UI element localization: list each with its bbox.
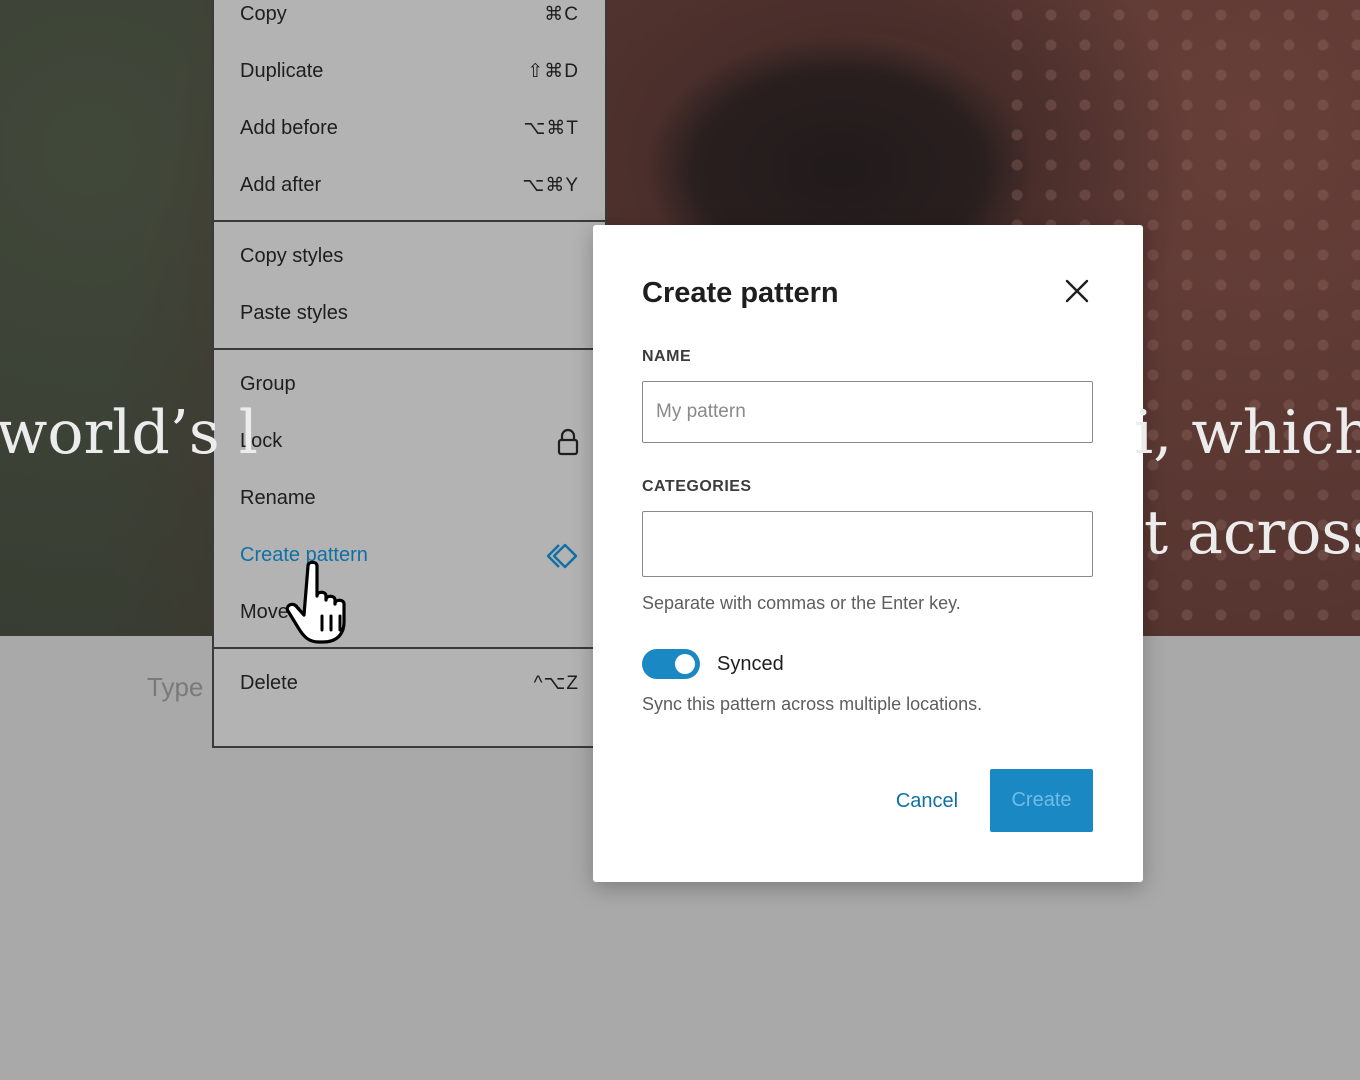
menu-item-add-before[interactable]: Add before ⌥⌘T (214, 100, 605, 157)
menu-group-block: Group Lock Rename Create pattern Move t (214, 350, 605, 649)
cancel-button[interactable]: Cancel (881, 770, 973, 832)
menu-item-move-to[interactable]: Move t (214, 584, 605, 641)
synced-toggle[interactable] (642, 649, 700, 679)
modal-title: Create pattern (642, 277, 839, 309)
menu-item-rename[interactable]: Rename (214, 470, 605, 527)
menu-item-create-pattern[interactable]: Create pattern (214, 527, 605, 584)
hero-text-right-2: t across. (1144, 498, 1360, 568)
pattern-icon (545, 542, 579, 570)
pattern-name-input[interactable] (642, 381, 1093, 443)
menu-item-label: Rename (240, 487, 316, 509)
block-placeholder[interactable]: Type (147, 672, 203, 703)
menu-item-shortcut: ⌥⌘Y (522, 175, 579, 196)
name-label: NAME (642, 348, 692, 365)
menu-item-label: Add before (240, 117, 338, 139)
menu-item-label: Delete (240, 672, 298, 694)
menu-item-label: Group (240, 373, 296, 395)
synced-label: Synced (717, 653, 784, 675)
lock-icon (557, 428, 579, 456)
hero-text-right-1: i, which (1134, 398, 1360, 468)
menu-item-label: Add after (240, 174, 322, 196)
menu-group-delete: Delete ^⌥Z (214, 649, 605, 718)
categories-help-text: Separate with commas or the Enter key. (642, 593, 961, 613)
close-button[interactable] (1059, 275, 1095, 311)
menu-item-copy-styles[interactable]: Copy styles (214, 228, 605, 285)
menu-item-add-after[interactable]: Add after ⌥⌘Y (214, 157, 605, 214)
menu-item-group[interactable]: Group (214, 356, 605, 413)
menu-item-copy[interactable]: Copy ⌘C (214, 0, 605, 43)
menu-group-clipboard: Copy ⌘C Duplicate ⇧⌘D Add before ⌥⌘T Add… (214, 0, 605, 222)
toggle-knob (675, 654, 695, 674)
menu-item-label: Copy styles (240, 245, 344, 267)
menu-item-duplicate[interactable]: Duplicate ⇧⌘D (214, 43, 605, 100)
menu-item-shortcut: ⇧⌘D (527, 61, 579, 82)
create-button[interactable]: Create (990, 769, 1093, 832)
menu-item-delete[interactable]: Delete ^⌥Z (214, 655, 605, 712)
categories-label: CATEGORIES (642, 478, 752, 495)
menu-item-paste-styles[interactable]: Paste styles (214, 285, 605, 342)
block-options-menu: Copy ⌘C Duplicate ⇧⌘D Add before ⌥⌘T Add… (212, 0, 607, 748)
menu-item-shortcut: ^⌥Z (533, 673, 579, 694)
menu-item-label: Copy (240, 3, 287, 25)
close-icon (1064, 278, 1090, 309)
categories-input[interactable] (642, 511, 1093, 577)
menu-item-lock[interactable]: Lock (214, 413, 605, 470)
synced-help-text: Sync this pattern across multiple locati… (642, 694, 983, 714)
create-pattern-modal: Create pattern NAME CATEGORIES Separate … (593, 225, 1143, 882)
menu-item-shortcut: ⌥⌘T (523, 118, 579, 139)
hand-pointer-cursor (285, 560, 362, 651)
menu-group-styles: Copy styles Paste styles (214, 222, 605, 350)
hero-text-left: world’s l (0, 398, 258, 468)
menu-item-label: Paste styles (240, 302, 348, 324)
menu-item-shortcut: ⌘C (544, 4, 579, 25)
menu-item-label: Duplicate (240, 60, 324, 82)
